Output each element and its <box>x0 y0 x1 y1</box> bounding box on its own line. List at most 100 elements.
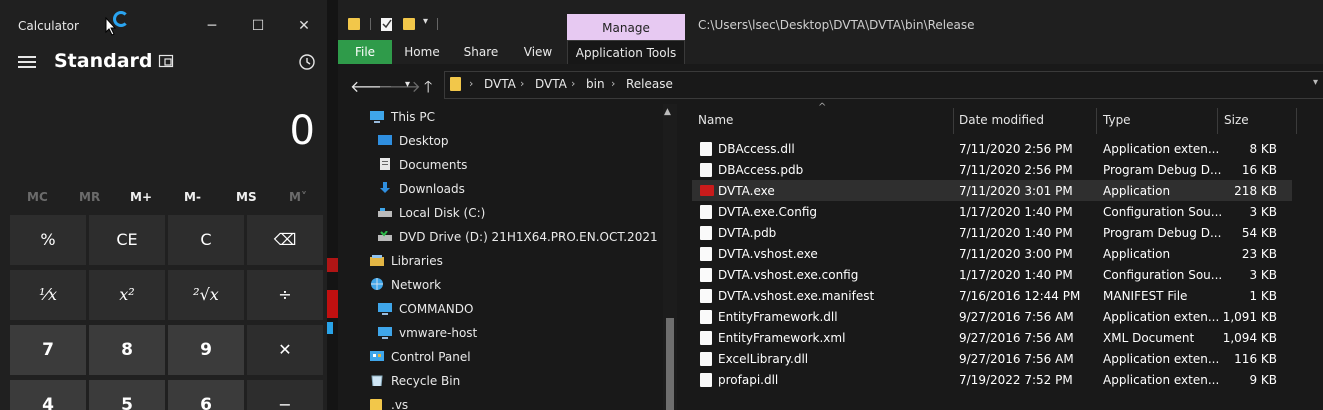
table-row[interactable]: ExcelLibrary.dll 9/27/2016 7:56 AM Appli… <box>692 348 1292 369</box>
pdb-icon <box>700 163 712 177</box>
calculator-titlebar[interactable]: Calculator ─ ☐ ✕ <box>0 0 327 42</box>
breadcrumb-chevron-icon[interactable]: › <box>571 77 575 90</box>
table-row[interactable]: profapi.dll 7/19/2022 7:52 PM Applicatio… <box>692 369 1292 390</box>
memory-clear-button[interactable]: MC <box>27 190 48 204</box>
breadcrumb-chevron-icon[interactable]: › <box>469 77 473 90</box>
breadcrumb-bin[interactable]: bin <box>586 77 605 91</box>
background-strip <box>327 0 338 410</box>
up-arrow-icon[interactable]: 🡑 <box>424 76 432 103</box>
digit-4-key[interactable]: 4 <box>10 380 86 410</box>
file-type: MANIFEST File <box>1103 289 1188 303</box>
customize-toolbar-chevron-icon[interactable]: ▾ <box>423 16 428 27</box>
exe-icon <box>700 247 712 261</box>
breadcrumb-dvta-2[interactable]: DVTA <box>535 77 567 91</box>
breadcrumb-chevron-icon[interactable]: › <box>611 77 615 90</box>
table-row[interactable]: DVTA.vshost.exe.config 1/17/2020 1:40 PM… <box>692 264 1292 285</box>
forward-arrow-icon[interactable]: 🡒 <box>378 76 421 96</box>
scrollbar-thumb[interactable] <box>666 318 674 410</box>
keep-on-top-icon[interactable] <box>158 54 174 70</box>
breadcrumb-chevron-icon[interactable]: › <box>520 77 524 90</box>
file-name: DVTA.vshost.exe.config <box>718 268 859 282</box>
file-size: 54 KB <box>1241 226 1277 240</box>
file-size: 3 KB <box>1249 205 1277 219</box>
table-row[interactable]: DVTA.vshost.exe 7/11/2020 3:00 PM Applic… <box>692 243 1292 264</box>
dll-icon <box>700 373 712 387</box>
file-date: 7/19/2022 7:52 PM <box>959 373 1073 387</box>
clear-entry-key[interactable]: CE <box>89 215 165 265</box>
breadcrumb-release[interactable]: Release <box>626 77 673 91</box>
calculator-title: Calculator <box>18 19 79 33</box>
xml-icon <box>700 331 712 345</box>
quick-access-toolbar: ▾ Manage C:\Users\lsec\Desktop\DVTA\DVTA… <box>338 0 1323 40</box>
file-type: Configuration Sou... <box>1103 205 1223 219</box>
file-type: Program Debug D... <box>1103 163 1222 177</box>
table-row[interactable]: DBAccess.dll 7/11/2020 2:56 PM Applicati… <box>692 138 1292 159</box>
dll-icon <box>700 352 712 366</box>
table-row[interactable]: DVTA.exe.Config 1/17/2020 1:40 PM Config… <box>692 201 1292 222</box>
divide-key[interactable]: ÷ <box>247 270 323 320</box>
clear-key[interactable]: C <box>168 215 244 265</box>
digit-5-key[interactable]: 5 <box>89 380 165 410</box>
tab-file[interactable]: File <box>338 40 392 64</box>
memory-store-button[interactable]: MS <box>236 190 257 204</box>
tab-view[interactable]: View <box>516 40 560 64</box>
digit-9-key[interactable]: 9 <box>168 325 244 375</box>
file-date: 7/11/2020 1:40 PM <box>959 226 1073 240</box>
column-header-date-modified[interactable]: Date modified <box>959 113 1044 127</box>
memory-recall-button[interactable]: MR <box>79 190 100 204</box>
documents-icon <box>380 158 390 170</box>
navigation-pane-scrollbar[interactable]: ▲ <box>663 104 677 410</box>
file-date: 7/11/2020 3:01 PM <box>959 184 1073 198</box>
file-size: 8 KB <box>1249 142 1277 156</box>
file-size: 16 KB <box>1241 163 1277 177</box>
tab-share[interactable]: Share <box>458 40 504 64</box>
table-row[interactable]: DVTA.pdb 7/11/2020 1:40 PM Program Debug… <box>692 222 1292 243</box>
column-header-name[interactable]: Name <box>698 113 733 127</box>
file-name: EntityFramework.xml <box>718 331 846 345</box>
file-date: 9/27/2016 7:56 AM <box>959 331 1074 345</box>
address-dropdown-chevron-icon[interactable]: ▾ <box>1313 77 1318 88</box>
digit-6-key[interactable]: 6 <box>168 380 244 410</box>
square-root-key[interactable]: ²√x <box>168 270 244 320</box>
digit-7-key[interactable]: 7 <box>10 325 86 375</box>
file-name: profapi.dll <box>718 373 779 387</box>
tab-home[interactable]: Home <box>400 40 444 64</box>
percent-key[interactable]: % <box>10 215 86 265</box>
table-row[interactable]: DBAccess.pdb 7/11/2020 2:56 PM Program D… <box>692 159 1292 180</box>
backspace-key[interactable]: ⌫ <box>247 215 323 265</box>
column-header-type[interactable]: Type <box>1103 113 1131 127</box>
minimize-button[interactable]: ─ <box>190 14 234 38</box>
pc-icon <box>370 111 384 123</box>
table-row[interactable]: EntityFramework.dll 9/27/2016 7:56 AM Ap… <box>692 306 1292 327</box>
properties-icon[interactable] <box>380 16 394 32</box>
digit-8-key[interactable]: 8 <box>89 325 165 375</box>
file-icon <box>700 289 712 303</box>
memory-add-button[interactable]: M+ <box>130 190 152 204</box>
square-key[interactable]: x² <box>89 270 165 320</box>
breadcrumb-dvta[interactable]: DVTA <box>484 77 516 91</box>
reciprocal-key[interactable]: ¹⁄x <box>10 270 86 320</box>
table-row[interactable]: EntityFramework.xml 9/27/2016 7:56 AM XM… <box>692 327 1292 348</box>
address-bar[interactable] <box>444 71 1323 99</box>
table-row-selected[interactable]: DVTA.exe 7/11/2020 3:01 PM Application 2… <box>692 180 1292 201</box>
file-size: 1 KB <box>1249 289 1277 303</box>
subtract-key[interactable]: − <box>247 380 323 410</box>
table-row[interactable]: DVTA.vshost.exe.manifest 7/16/2016 12:44… <box>692 285 1292 306</box>
tab-manage[interactable]: Manage <box>567 14 685 40</box>
hamburger-menu-icon[interactable] <box>18 56 36 70</box>
history-icon[interactable] <box>298 53 316 71</box>
memory-list-button[interactable]: M˅ <box>289 190 307 204</box>
recent-locations-chevron-icon[interactable]: ▾ <box>405 79 410 90</box>
new-folder-icon[interactable] <box>403 18 415 30</box>
file-type: Application exten... <box>1103 373 1220 387</box>
file-type: Application exten... <box>1103 352 1220 366</box>
memory-subtract-button[interactable]: M- <box>184 190 201 204</box>
scroll-up-arrow-icon[interactable]: ▲ <box>664 107 671 117</box>
sort-ascending-chevron-icon: ^ <box>818 102 827 113</box>
close-button[interactable]: ✕ <box>282 14 326 38</box>
column-header-size[interactable]: Size <box>1224 113 1249 127</box>
tab-application-tools[interactable]: Application Tools <box>567 40 685 65</box>
file-type: Configuration Sou... <box>1103 268 1223 282</box>
maximize-button[interactable]: ☐ <box>236 14 280 38</box>
multiply-key[interactable]: ✕ <box>247 325 323 375</box>
